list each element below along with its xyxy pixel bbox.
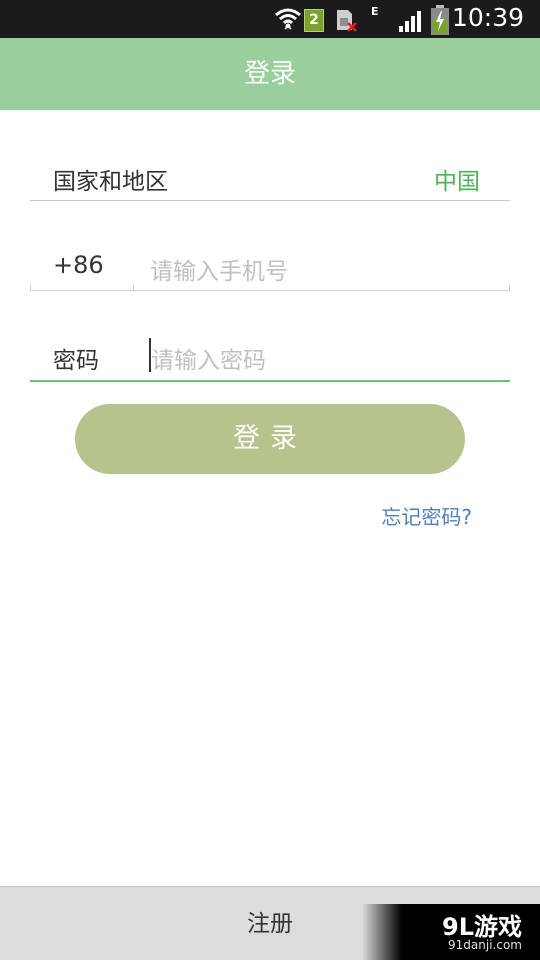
region-selector[interactable]: 国家和地区 中国 <box>30 150 510 201</box>
app-header: 登录 <box>0 38 540 110</box>
login-screen: 2 E 10:39 登录 国家和地区 中国 +86 请输入手机号 密码 请输入密… <box>0 0 540 960</box>
country-code-field[interactable]: +86 <box>30 240 134 291</box>
phone-placeholder: 请输入手机号 <box>150 259 288 285</box>
sim2-icon: 2 <box>304 9 324 32</box>
battery-charging-icon <box>431 5 449 35</box>
network-type-label: E <box>371 5 379 18</box>
page-title: 登录 <box>243 59 296 89</box>
signal-icon <box>399 11 421 32</box>
region-value[interactable]: 中国 <box>434 162 480 196</box>
watermark-url: 91danji.com <box>448 938 522 952</box>
region-label: 国家和地区 <box>53 169 168 195</box>
phone-input[interactable]: 请输入手机号 <box>134 240 510 291</box>
login-button[interactable]: 登录 <box>75 404 465 474</box>
password-field[interactable]: 密码 请输入密码 <box>30 330 510 382</box>
clock: 10:39 <box>451 3 524 32</box>
watermark-brand: 9L游戏 <box>442 913 522 941</box>
password-label: 密码 <box>53 348 99 374</box>
sim-error-icon <box>337 10 357 32</box>
country-code: +86 <box>53 251 104 279</box>
phone-row: +86 请输入手机号 <box>30 240 510 291</box>
forgot-password-link[interactable]: 忘记密码? <box>381 501 472 530</box>
wifi-icon <box>275 8 301 30</box>
watermark-logo: 9L游戏 91danji.com <box>362 904 540 960</box>
password-placeholder: 请输入密码 <box>151 348 266 374</box>
status-bar: 2 E 10:39 <box>0 0 540 38</box>
